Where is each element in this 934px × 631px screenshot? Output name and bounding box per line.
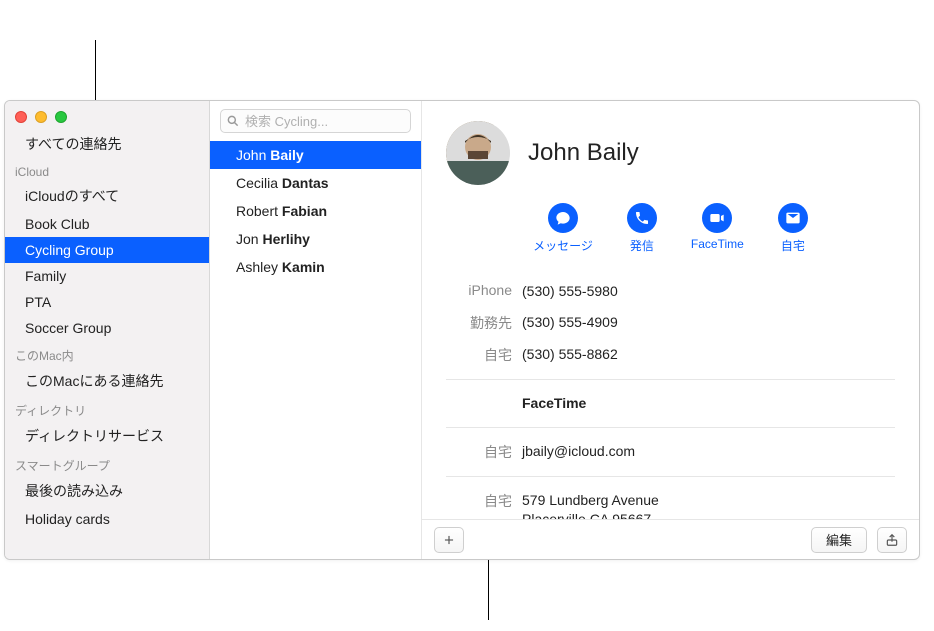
action-label: FaceTime [691,237,744,251]
field-label: 勤務先 [446,313,522,333]
sidebar-item[interactable]: PTA [5,289,209,315]
contact-list: John BailyCecilia DantasRobert FabianJon… [210,141,421,559]
zoom-window-button[interactable] [55,111,67,123]
sidebar-item[interactable]: このMacにある連絡先 [5,366,209,396]
add-button[interactable] [434,527,464,553]
share-icon [885,533,899,547]
divider [446,427,895,428]
phone-row: 勤務先(530) 555-4909 [446,307,895,339]
sidebar-item[interactable]: Soccer Group [5,315,209,341]
field-label: 自宅 [446,345,522,365]
sidebar-item-all-contacts[interactable]: すべての連絡先 [5,129,209,159]
message-action[interactable]: メッセージ [533,203,593,254]
facetime-action[interactable]: FaceTime [691,203,744,254]
contact-row[interactable]: Ashley Kamin [210,253,421,281]
email-value[interactable]: jbaily@icloud.com [522,442,635,461]
edit-button[interactable]: 編集 [811,527,867,553]
sidebar-item[interactable]: 最後の読み込み [5,476,209,506]
sidebar-section-header: iCloud [5,159,209,181]
sidebar-item[interactable]: Holiday cards [5,506,209,532]
call-action[interactable]: 発信 [627,203,657,254]
sidebar-item[interactable]: Book Club [5,211,209,237]
contact-name: John Baily [528,139,639,167]
search-icon [226,114,240,128]
sidebar: すべての連絡先 iCloudiCloudのすべてBook ClubCycling… [5,101,210,559]
mail-icon [785,210,801,226]
message-icon [555,210,571,226]
action-label: 自宅 [781,237,805,254]
minimize-window-button[interactable] [35,111,47,123]
field-label: iPhone [446,282,522,298]
phone-row: 自宅(530) 555-8862 [446,339,895,371]
sidebar-section-header: ディレクトリ [5,396,209,421]
callout-line-bottom [488,560,489,620]
contact-row[interactable]: Jon Herlihy [210,225,421,253]
contact-row[interactable]: Cecilia Dantas [210,169,421,197]
contact-list-column: John BailyCecilia DantasRobert FabianJon… [210,101,422,559]
address-row: 自宅 579 Lundberg Avenue Placerville CA 95… [446,485,895,519]
quick-actions: メッセージ 発信 FaceTime 自宅 [446,203,895,254]
close-window-button[interactable] [15,111,27,123]
plus-icon [442,533,456,547]
action-label: メッセージ [533,237,593,254]
contact-row[interactable]: John Baily [210,141,421,169]
avatar[interactable] [446,121,510,185]
mail-action[interactable]: 自宅 [778,203,808,254]
contact-row[interactable]: Robert Fabian [210,197,421,225]
phone-value[interactable]: (530) 555-4909 [522,313,618,332]
phone-icon [634,210,650,226]
field-label: 自宅 [446,491,522,511]
contacts-window: すべての連絡先 iCloudiCloudのすべてBook ClubCycling… [4,100,920,560]
phone-value[interactable]: (530) 555-8862 [522,345,618,364]
divider [446,379,895,380]
address-value[interactable]: 579 Lundberg Avenue Placerville CA 95667 [522,491,659,519]
detail-footer: 編集 [422,519,919,559]
email-row: 自宅 jbaily@icloud.com [446,436,895,468]
divider [446,476,895,477]
phone-value[interactable]: (530) 555-5980 [522,282,618,301]
field-label: 自宅 [446,442,522,462]
window-traffic-lights [5,105,209,129]
search-field[interactable] [220,109,411,133]
search-input[interactable] [220,109,411,133]
sidebar-item[interactable]: ディレクトリサービス [5,421,209,451]
sidebar-section-header: スマートグループ [5,451,209,476]
sidebar-item[interactable]: Cycling Group [5,237,209,263]
sidebar-item[interactable]: Family [5,263,209,289]
phone-row: iPhone(530) 555-5980 [446,276,895,307]
callout-line-top [95,40,96,100]
sidebar-section-header: このMac内 [5,341,209,366]
contact-detail-pane: John Baily メッセージ 発信 FaceTime [422,101,919,559]
facetime-section: FaceTime [446,388,895,419]
video-icon [709,210,725,226]
sidebar-item[interactable]: iCloudのすべて [5,181,209,211]
facetime-heading: FaceTime [522,394,586,413]
share-button[interactable] [877,527,907,553]
action-label: 発信 [630,237,654,254]
